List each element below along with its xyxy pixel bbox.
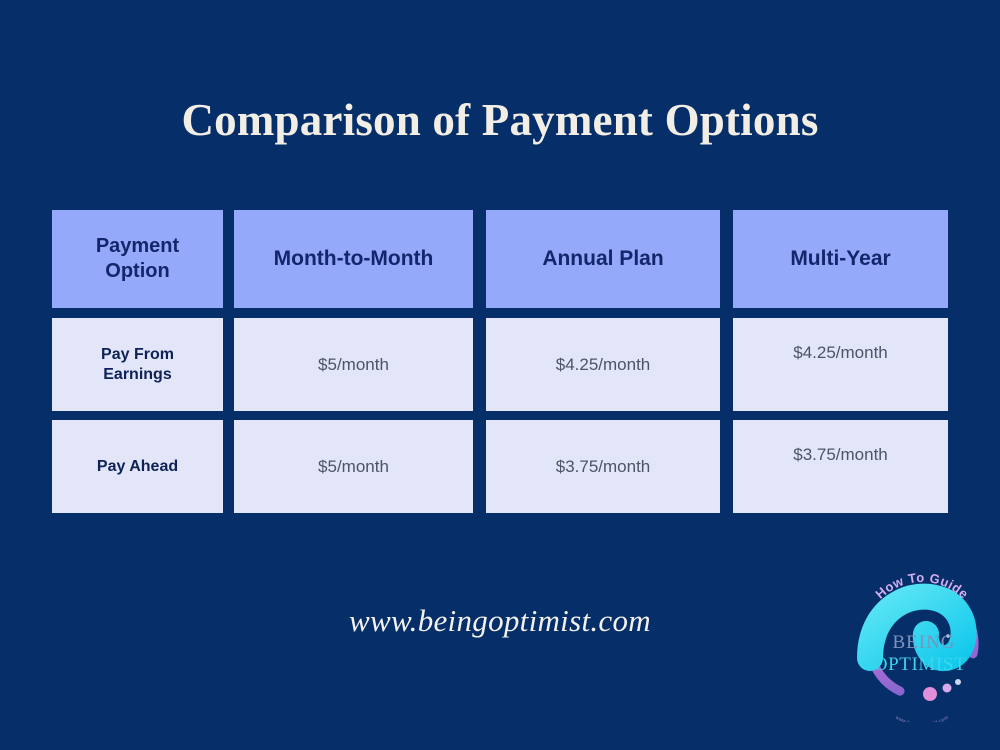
table-header-payment-option-line2: Option xyxy=(105,260,170,282)
table-cell-pay-from-earnings-annual-plan: $4.25/month xyxy=(486,318,720,411)
logo-dot-medium xyxy=(942,683,952,693)
page-title: Comparison of Payment Options xyxy=(181,95,819,145)
table-row-label-line1: Pay From xyxy=(101,345,174,363)
being-optimist-logo: How To Guide BEING OPTIMIST www.beingopt… xyxy=(852,562,992,722)
table-cell-pay-ahead-month-to-month: $5/month xyxy=(234,420,473,513)
table-row-label-line2: Earnings xyxy=(103,365,172,383)
table-cell-pay-from-earnings-multi-year: $4.25/month xyxy=(733,318,948,411)
table-row: Pay Ahead $5/month $3.75/month $3.75/mon… xyxy=(52,420,948,513)
table-header-payment-option: Payment Option xyxy=(52,210,223,308)
table-row-label-pay-from-earnings: Pay From Earnings xyxy=(52,318,223,411)
logo-dot-large xyxy=(923,687,937,701)
table-row: Pay From Earnings $5/month $4.25/month $… xyxy=(52,318,948,411)
table-cell-pay-from-earnings-month-to-month: $5/month xyxy=(234,318,473,411)
table-header-month-to-month: Month-to-Month xyxy=(234,210,473,308)
comparison-table: Payment Option Month-to-Month Annual Pla… xyxy=(52,210,948,522)
table-cell-pay-ahead-multi-year: $3.75/month xyxy=(733,420,948,513)
table-header-payment-option-line1: Payment xyxy=(95,235,180,257)
table-header-multi-year: Multi-Year xyxy=(733,210,948,308)
logo-footer-url: www.beingoptimist.com xyxy=(894,715,950,722)
table-header-row: Payment Option Month-to-Month Annual Pla… xyxy=(52,210,948,308)
slide-canvas: Comparison of Payment Options Payment Op… xyxy=(0,0,1000,750)
website-url: www.beingoptimist.com xyxy=(349,603,651,638)
table-header-annual-plan: Annual Plan xyxy=(486,210,720,308)
table-row-label-pay-ahead: Pay Ahead xyxy=(52,420,223,513)
logo-dot-small xyxy=(955,679,961,685)
logo-brand-line1: BEING xyxy=(892,632,955,653)
table-cell-pay-ahead-annual-plan: $3.75/month xyxy=(486,420,720,513)
logo-brand-line2: OPTIMIST xyxy=(874,654,966,675)
